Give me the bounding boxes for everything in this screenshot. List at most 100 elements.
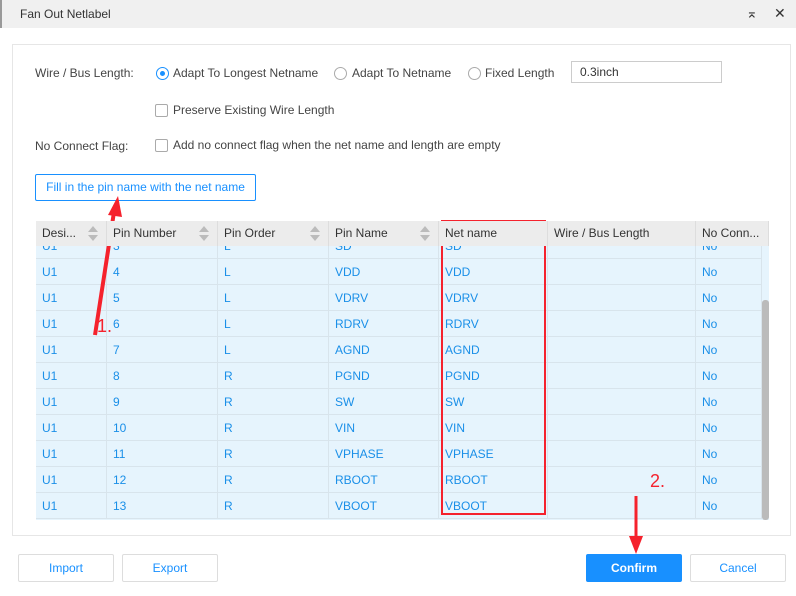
column-header-label: Pin Name <box>335 226 388 240</box>
wire-length-label: Wire / Bus Length: <box>35 66 134 80</box>
cell-pin-name: VDRV <box>329 285 439 311</box>
cell-pin-order: L <box>218 311 329 337</box>
cell-pin-name: AGND <box>329 337 439 363</box>
cell-designator: U1 <box>36 467 107 493</box>
cell-wire-length[interactable] <box>548 259 696 285</box>
cell-pin-order: R <box>218 493 329 519</box>
fixed-length-input[interactable] <box>571 61 722 83</box>
table-row[interactable]: U1 11 R VPHASE VPHASE No <box>36 441 762 467</box>
cell-pin-number: 13 <box>107 493 218 519</box>
no-connect-checkbox[interactable] <box>155 139 168 152</box>
step-2-label: 2. <box>650 471 666 491</box>
table-row[interactable]: U1 6 L RDRV RDRV No <box>36 311 762 337</box>
sort-icon[interactable] <box>199 226 209 241</box>
cell-designator: U1 <box>36 415 107 441</box>
cell-designator: U1 <box>36 493 107 519</box>
cell-pin-name: VBOOT <box>329 493 439 519</box>
radio-adapt-netname-label[interactable]: Adapt To Netname <box>352 66 451 80</box>
cell-pin-number: 11 <box>107 441 218 467</box>
cell-net-name: SW <box>439 389 548 415</box>
preserve-wire-label[interactable]: Preserve Existing Wire Length <box>173 103 334 117</box>
column-header-pin-name[interactable]: Pin Name <box>329 221 439 246</box>
cell-pin-name: VIN <box>329 415 439 441</box>
radio-adapt-netname[interactable] <box>334 67 347 80</box>
preserve-wire-checkbox[interactable] <box>155 104 168 117</box>
radio-fixed-length[interactable] <box>468 67 481 80</box>
cell-pin-order: R <box>218 415 329 441</box>
sort-icon[interactable] <box>420 226 430 241</box>
radio-adapt-longest[interactable] <box>156 67 169 80</box>
table-row[interactable]: U1 9 R SW SW No <box>36 389 762 415</box>
sort-icon[interactable] <box>310 226 320 241</box>
cell-pin-order: L <box>218 259 329 285</box>
column-header-label: Net name <box>445 226 498 240</box>
export-button[interactable]: Export <box>122 554 218 582</box>
cell-pin-number: 12 <box>107 467 218 493</box>
column-header-pin-number[interactable]: Pin Number <box>107 221 218 246</box>
cell-designator: U1 <box>36 389 107 415</box>
table-row[interactable]: U1 5 L VDRV VDRV No <box>36 285 762 311</box>
cell-no-connect: No <box>696 363 762 389</box>
scrollbar-thumb[interactable] <box>762 300 769 520</box>
cell-no-connect: No <box>696 415 762 441</box>
cell-designator: U1 <box>36 337 107 363</box>
column-header-net-name[interactable]: Net name <box>439 221 548 246</box>
cell-pin-name: RBOOT <box>329 467 439 493</box>
cell-designator: U1 <box>36 285 107 311</box>
table-header: Desi... Pin Number Pin Order Pin Name Net na… <box>36 221 769 246</box>
cell-wire-length[interactable] <box>548 415 696 441</box>
cell-pin-order: L <box>218 285 329 311</box>
step-1-label: 1. <box>97 316 113 336</box>
sort-icon[interactable] <box>88 226 98 241</box>
cell-no-connect: No <box>696 389 762 415</box>
cell-wire-length[interactable] <box>548 337 696 363</box>
cancel-button[interactable]: Cancel <box>690 554 786 582</box>
dialog-title: Fan Out Netlabel <box>20 7 111 21</box>
table-row[interactable]: U1 7 L AGND AGND No <box>36 337 762 363</box>
column-header-pin-order[interactable]: Pin Order <box>218 221 329 246</box>
table-row[interactable]: U1 10 R VIN VIN No <box>36 415 762 441</box>
table-row[interactable]: U1 8 R PGND PGND No <box>36 363 762 389</box>
close-icon[interactable]: ✕ <box>774 5 786 22</box>
cell-designator: U1 <box>36 259 107 285</box>
cell-pin-order: R <box>218 389 329 415</box>
cell-net-name: AGND <box>439 337 548 363</box>
cell-net-name: VIN <box>439 415 548 441</box>
cell-net-name: VBOOT <box>439 493 548 519</box>
scrollbar[interactable] <box>762 246 769 520</box>
cell-pin-name: PGND <box>329 363 439 389</box>
cell-pin-number: 6 <box>107 311 218 337</box>
import-button[interactable]: Import <box>18 554 114 582</box>
cell-net-name: RDRV <box>439 311 548 337</box>
cell-pin-number: 9 <box>107 389 218 415</box>
title-bar: Fan Out Netlabel ⌅ ✕ <box>0 0 796 28</box>
table-row[interactable]: U1 13 R VBOOT VBOOT No <box>36 493 762 519</box>
cell-pin-order: R <box>218 467 329 493</box>
cell-pin-number: 8 <box>107 363 218 389</box>
cell-wire-length[interactable] <box>548 467 696 493</box>
radio-adapt-longest-label[interactable]: Adapt To Longest Netname <box>173 66 318 80</box>
cell-pin-order: R <box>218 363 329 389</box>
table-row[interactable]: U1 4 L VDD VDD No <box>36 259 762 285</box>
cell-wire-length[interactable] <box>548 441 696 467</box>
cell-pin-name: SW <box>329 389 439 415</box>
cell-wire-length[interactable] <box>548 285 696 311</box>
cell-pin-number: 4 <box>107 259 218 285</box>
cell-pin-order: L <box>218 337 329 363</box>
cell-wire-length[interactable] <box>548 389 696 415</box>
column-header-designator[interactable]: Desi... <box>36 221 107 246</box>
radio-fixed-length-label[interactable]: Fixed Length <box>485 66 554 80</box>
column-header-no-connect[interactable]: No Conn... <box>696 221 769 246</box>
no-connect-option-label[interactable]: Add no connect flag when the net name an… <box>173 138 501 152</box>
cell-pin-number: 7 <box>107 337 218 363</box>
cell-wire-length[interactable] <box>548 493 696 519</box>
cell-wire-length[interactable] <box>548 363 696 389</box>
cell-pin-number: 5 <box>107 285 218 311</box>
arrow-2-head <box>629 536 643 554</box>
column-header-wire-length[interactable]: Wire / Bus Length <box>548 221 696 246</box>
cell-wire-length[interactable] <box>548 311 696 337</box>
fill-pin-name-button[interactable]: Fill in the pin name with the net name <box>35 174 256 201</box>
cell-no-connect: No <box>696 467 762 493</box>
collapse-icon[interactable]: ⌅ <box>746 5 758 22</box>
confirm-button[interactable]: Confirm <box>586 554 682 582</box>
